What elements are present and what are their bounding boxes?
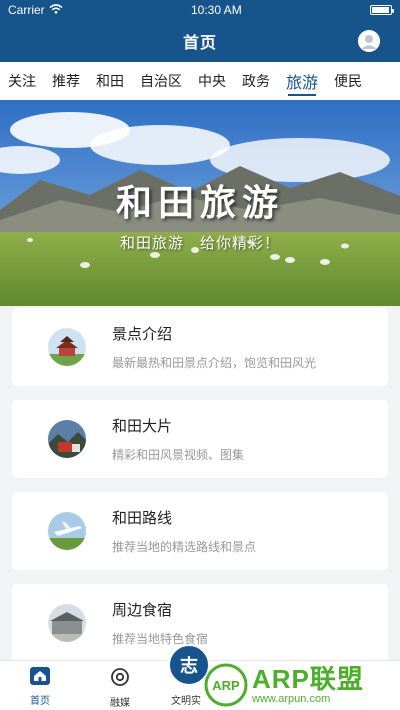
landscape-thumbnail-icon (48, 420, 86, 458)
status-bar: Carrier 10:30 AM (0, 0, 400, 20)
banner-subtitle: 和田旅游 给你精彩！ (119, 234, 280, 252)
tab-government[interactable]: 政务 (234, 62, 278, 100)
lodging-thumbnail-icon (48, 604, 86, 642)
bottom-tab-label: 文明实 (171, 696, 201, 707)
home-icon (30, 667, 50, 689)
category-tabs: 关注 推荐 和田 自治区 中央 政务 旅游 便民 (0, 62, 400, 100)
page-title: 首页 (182, 33, 217, 52)
tab-hotan[interactable]: 和田 (88, 62, 132, 100)
tab-follow[interactable]: 关注 (0, 62, 44, 100)
carrier-label: Carrier (8, 3, 45, 17)
card-description: 最新最热和田景点介绍，饱览和田风光 (112, 356, 317, 370)
bottom-tab-home[interactable]: 首页 (10, 667, 70, 707)
pagoda-thumbnail-icon (48, 328, 86, 366)
tab-tourism[interactable]: 旅游 (278, 62, 326, 100)
tab-convenience[interactable]: 便民 (326, 62, 370, 100)
user-avatar-icon[interactable] (358, 30, 380, 52)
card-description: 精彩和田风景视频、图集 (112, 448, 245, 462)
card-description: 推荐当地的精选路线和景点 (112, 540, 257, 554)
card-title: 周边食宿 (112, 601, 173, 619)
volunteer-glyph: 志 (180, 656, 198, 677)
watermark-brand: ARP联盟 (252, 664, 364, 694)
banner-title: 和田旅游 (115, 183, 284, 224)
airplane-thumbnail-icon (48, 512, 86, 550)
watermark-url: www.arpun.com (252, 693, 331, 705)
arp-logo-icon: ARP (204, 663, 248, 707)
tab-recommend[interactable]: 推荐 (44, 62, 88, 100)
target-icon (110, 667, 130, 691)
arp-watermark: ARP ARP联盟 www.arpun.com (204, 660, 394, 710)
card-hotan-routes[interactable]: 和田路线 推荐当地的精选路线和景点 (12, 492, 388, 570)
tab-central[interactable]: 中央 (190, 62, 234, 100)
bottom-tab-label: 融媒 (110, 698, 130, 709)
battery-icon (370, 5, 394, 15)
svg-text:ARP: ARP (212, 678, 240, 693)
card-title: 景点介绍 (112, 325, 173, 343)
clock: 10:30 AM (190, 3, 242, 17)
tourism-banner[interactable]: 和田旅游 和田旅游 给你精彩！ (0, 100, 400, 306)
card-title: 和田大片 (112, 417, 173, 435)
tab-autonomous-region[interactable]: 自治区 (132, 62, 190, 100)
top-bar: Carrier 10:30 AM 首页 (0, 0, 400, 62)
bottom-tab-label: 首页 (30, 696, 50, 707)
nav-bar: 首页 (0, 20, 400, 62)
card-title: 和田路线 (112, 509, 173, 527)
card-hotan-videos[interactable]: 和田大片 精彩和田风景视频、图集 (12, 400, 388, 478)
bottom-tab-media[interactable]: 融媒 (90, 667, 150, 709)
wifi-icon (49, 3, 63, 17)
card-scenic-spots[interactable]: 景点介绍 最新最热和田景点介绍，饱览和田风光 (12, 308, 388, 386)
